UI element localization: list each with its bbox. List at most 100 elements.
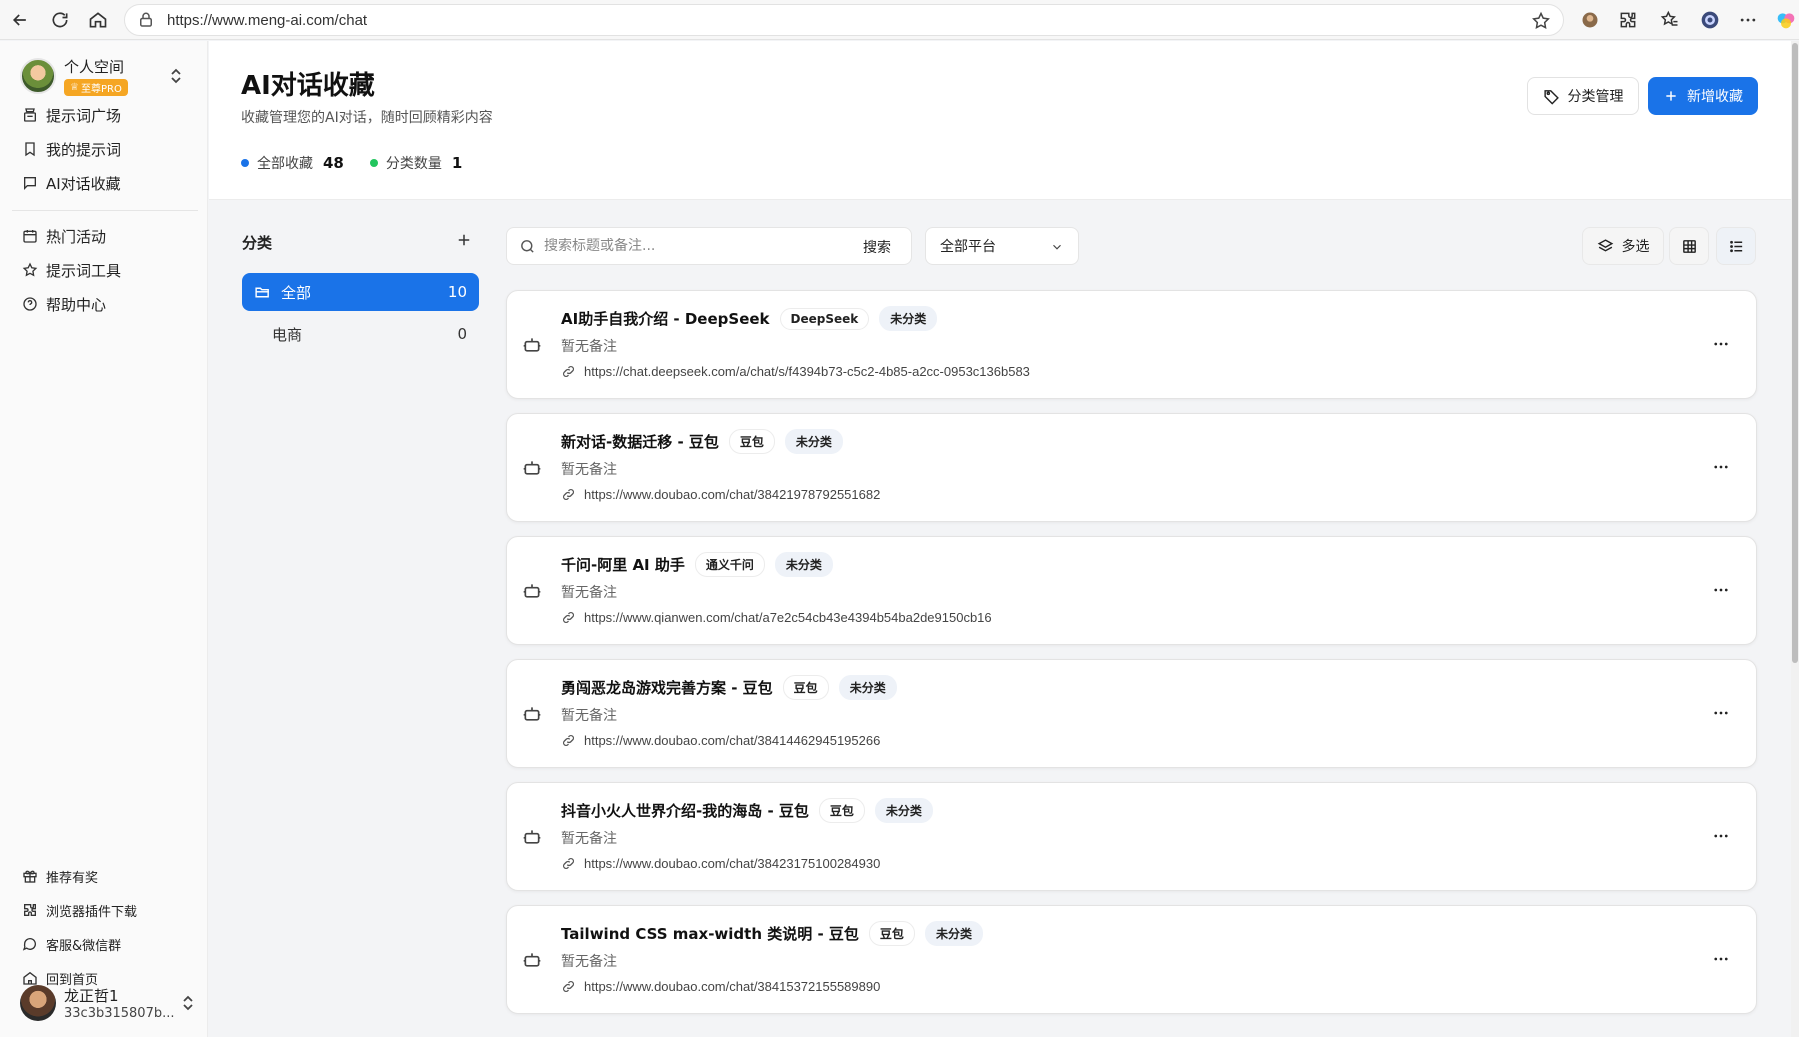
sidebar-item-label: 我的提示词 (46, 140, 122, 159)
list-icon (1729, 240, 1742, 252)
store-icon (24, 108, 36, 122)
platform-select[interactable]: 全部平台 (925, 227, 1079, 265)
robot-icon (523, 338, 541, 352)
gift-icon (23, 870, 37, 883)
sidebar-item-hot-events[interactable]: 热门活动 (12, 219, 196, 253)
sidebar-item-label: 推荐有奖 (46, 870, 99, 886)
card-url[interactable]: https://chat.deepseek.com/a/chat/s/f4394… (584, 364, 1030, 379)
robot-icon (523, 953, 541, 967)
robot-icon (523, 830, 541, 844)
platform-chip: 通义千问 (694, 552, 765, 577)
sidebar-item-support[interactable]: 客服&微信群 (12, 929, 196, 959)
scrollbar-thumb[interactable] (1792, 43, 1798, 663)
grid-view-button[interactable] (1669, 227, 1709, 265)
sidebar: 个人空间 ♕ 至尊PRO 提示词广场 我的提示词 AI对话收藏 热门活动 提示词… (0, 41, 208, 1037)
card-url[interactable]: https://www.doubao.com/chat/384219787925… (584, 487, 880, 502)
more-options-icon[interactable] (1712, 827, 1730, 845)
sidebar-item-prompt-square[interactable]: 提示词广场 (12, 98, 196, 132)
chat-card[interactable]: 抖音小火人世界介绍-我的海岛 - 豆包 豆包 未分类 暂无备注 https://… (506, 782, 1757, 891)
sidebar-divider (12, 210, 198, 211)
address-bar[interactable]: https://www.meng-ai.com/chat (124, 4, 1564, 36)
stat-dot-green (369, 159, 378, 167)
card-note: 暂无备注 (561, 585, 617, 601)
link-icon (563, 366, 574, 377)
page-subtitle: 收藏管理您的AI对话，随时回顾精彩内容 (241, 110, 493, 126)
card-title: 抖音小火人世界介绍-我的海岛 - 豆包 (561, 802, 809, 820)
link-icon (563, 735, 574, 746)
stat-label: 分类数量 (385, 156, 442, 172)
layers-icon (1597, 238, 1613, 252)
category-chip: 未分类 (879, 306, 938, 331)
help-icon (23, 297, 37, 311)
reload-icon[interactable] (40, 0, 80, 40)
sidebar-item-label: 浏览器插件下载 (46, 904, 138, 920)
account-icon[interactable] (1698, 8, 1722, 32)
chat-card[interactable]: Tailwind CSS max-width 类说明 - 豆包 豆包 未分类 暂… (506, 905, 1757, 1014)
link-icon (563, 489, 574, 500)
category-chip: 未分类 (874, 798, 933, 823)
list-view-button[interactable] (1716, 227, 1756, 265)
page-scrollbar[interactable] (1791, 41, 1799, 1037)
sidebar-item-prompt-tools[interactable]: 提示词工具 (12, 253, 196, 287)
multi-select-button[interactable]: 多选 (1582, 227, 1664, 265)
category-count: 0 (457, 325, 467, 343)
card-url[interactable]: https://www.doubao.com/chat/384144629451… (584, 733, 880, 748)
profile-extension-icon[interactable] (1578, 8, 1602, 32)
chevron-updown-icon[interactable] (180, 994, 196, 1012)
chevron-updown-icon[interactable] (168, 67, 184, 85)
user-menu[interactable]: 龙正哲1 33c3b315807b... (20, 981, 196, 1025)
sidebar-item-plugin-download[interactable]: 浏览器插件下载 (12, 895, 196, 925)
category-manage-button[interactable]: 分类管理 (1527, 77, 1639, 115)
search-button[interactable]: 搜索 (863, 237, 891, 257)
more-options-icon[interactable] (1712, 581, 1730, 599)
stat-dot-blue (241, 159, 249, 167)
tag-icon (1543, 89, 1559, 105)
home-icon[interactable] (78, 0, 118, 40)
sidebar-item-ai-chat-favorites[interactable]: AI对话收藏 (12, 166, 196, 200)
category-name: 电商 (272, 325, 303, 344)
chat-card[interactable]: 千问-阿里 AI 助手 通义千问 未分类 暂无备注 https://www.qi… (506, 536, 1757, 645)
more-options-icon[interactable] (1712, 335, 1730, 353)
chat-card[interactable]: 新对话-数据迁移 - 豆包 豆包 未分类 暂无备注 https://www.do… (506, 413, 1757, 522)
multi-select-label: 多选 (1621, 239, 1650, 255)
favorites-icon[interactable] (1658, 8, 1682, 32)
card-url[interactable]: https://www.doubao.com/chat/384153721555… (584, 979, 880, 994)
card-url[interactable]: https://www.qianwen.com/chat/a7e2c54cb43… (584, 610, 992, 625)
sidebar-item-referral[interactable]: 推荐有奖 (12, 861, 196, 891)
card-url[interactable]: https://www.doubao.com/chat/384231751002… (584, 856, 880, 871)
robot-icon (523, 461, 541, 475)
category-item-ecommerce[interactable]: 电商 0 (242, 315, 479, 353)
sidebar-item-help-center[interactable]: 帮助中心 (12, 287, 196, 321)
more-options-icon[interactable] (1712, 458, 1730, 476)
extensions-icon[interactable] (1616, 8, 1640, 32)
category-chip: 未分类 (784, 429, 843, 454)
sidebar-item-label: 客服&微信群 (46, 938, 122, 954)
pro-badge-label: 至尊PRO (80, 84, 122, 95)
stats-row: 全部收藏 48 分类数量 1 (241, 153, 488, 173)
platform-chip: DeepSeek (779, 307, 870, 330)
search-input[interactable] (544, 238, 844, 254)
chat-icon (24, 177, 36, 190)
sidebar-item-my-prompts[interactable]: 我的提示词 (12, 132, 196, 166)
platform-chip: 豆包 (782, 675, 829, 700)
chevron-down-icon (1053, 244, 1061, 250)
card-title: 千问-阿里 AI 助手 (561, 556, 685, 574)
category-chip: 未分类 (774, 552, 833, 577)
chat-card[interactable]: 勇闯恶龙岛游戏完善方案 - 豆包 豆包 未分类 暂无备注 https://www… (506, 659, 1757, 768)
copilot-icon[interactable] (1774, 8, 1798, 32)
more-options-icon[interactable] (1712, 950, 1730, 968)
add-favorite-button[interactable]: 新增收藏 (1648, 77, 1758, 115)
chat-card[interactable]: AI助手自我介绍 - DeepSeek DeepSeek 未分类 暂无备注 ht… (506, 290, 1757, 399)
workspace-name: 个人空间 (64, 58, 125, 76)
favorite-star-icon[interactable] (1531, 11, 1551, 31)
back-icon[interactable] (0, 0, 40, 40)
more-menu-icon[interactable] (1736, 8, 1760, 32)
workspace-switcher[interactable]: 个人空间 ♕ 至尊PRO (20, 55, 196, 97)
message-icon (22, 938, 36, 951)
page-header: AI对话收藏 收藏管理您的AI对话，随时回顾精彩内容 全部收藏 48 分类数量 … (209, 41, 1791, 200)
grid-icon (1682, 239, 1696, 253)
category-count: 10 (447, 283, 467, 301)
add-category-plus-icon[interactable] (455, 231, 473, 249)
category-item-all[interactable]: 全部 10 (242, 273, 479, 311)
more-options-icon[interactable] (1712, 704, 1730, 722)
